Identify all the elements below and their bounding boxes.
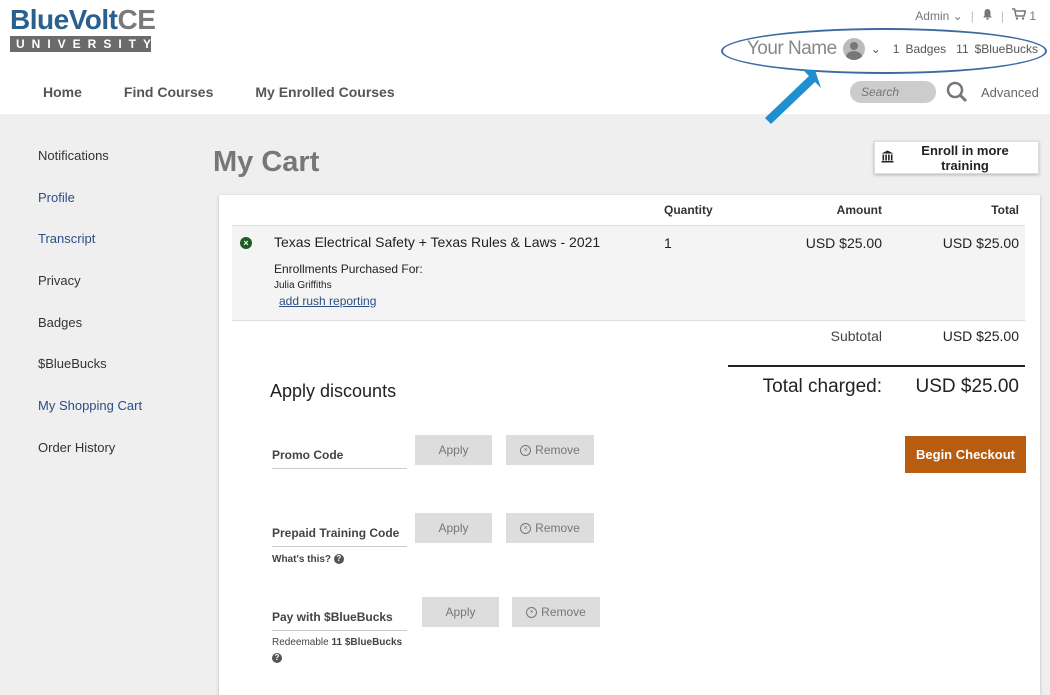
cart-link[interactable]: 1 xyxy=(1011,8,1036,23)
sidebar-item-privacy[interactable]: Privacy xyxy=(38,273,142,315)
divider: | xyxy=(1000,8,1004,23)
prepaid-training-code-label: Prepaid Training Code xyxy=(272,526,407,547)
admin-menu[interactable]: Admin ⌄ xyxy=(915,9,962,23)
bluebucks-remove-button[interactable]: × Remove xyxy=(512,597,600,627)
page-title: My Cart xyxy=(213,146,320,178)
cart-count: 1 xyxy=(1029,9,1036,23)
enroll-more-button[interactable]: Enroll in more training xyxy=(874,141,1039,174)
help-icon: ? xyxy=(272,653,282,664)
nav-my-enrolled-courses[interactable]: My Enrolled Courses xyxy=(255,84,394,100)
sidebar-item-notifications[interactable]: Notifications xyxy=(38,148,142,190)
whats-this-label: What's this? xyxy=(272,554,332,565)
item-total: USD $25.00 xyxy=(942,235,1019,251)
logo-text-gray: CE xyxy=(117,4,156,35)
divider: | xyxy=(970,8,974,23)
main-nav: Home Find Courses My Enrolled Courses xyxy=(43,84,395,100)
remove-icon: × xyxy=(520,444,532,456)
cart-icon xyxy=(1011,8,1027,23)
add-rush-reporting-link[interactable]: add rush reporting xyxy=(279,294,376,308)
remove-icon: × xyxy=(526,606,538,618)
logo-text-blue: BlueVolt xyxy=(10,4,118,35)
apply-discounts-title: Apply discounts xyxy=(270,381,397,401)
remove-icon: × xyxy=(520,522,532,534)
sidebar-item-badges[interactable]: Badges xyxy=(38,315,142,357)
redeemable-text: Redeemable 11 $BlueBucks xyxy=(272,637,402,648)
header-amount: Amount xyxy=(836,203,882,217)
bluebucks-apply-button[interactable]: Apply xyxy=(422,597,499,627)
admin-label: Admin xyxy=(915,8,950,23)
begin-checkout-button[interactable]: Begin Checkout xyxy=(905,436,1026,473)
subtotal-value: USD $25.00 xyxy=(942,328,1019,344)
pay-with-bluebucks-label: Pay with $BlueBucks xyxy=(272,610,407,631)
header-quantity: Quantity xyxy=(664,203,713,217)
enroll-more-label: Enroll in more training xyxy=(921,142,1009,173)
sidebar: Notifications Profile Transcript Privacy… xyxy=(38,148,142,482)
promo-apply-button[interactable]: Apply xyxy=(415,435,492,465)
nav-find-courses[interactable]: Find Courses xyxy=(124,84,213,100)
prepaid-apply-button[interactable]: Apply xyxy=(415,513,492,543)
redeemable-help[interactable]: ? xyxy=(272,653,282,664)
promo-code-label: Promo Code xyxy=(272,448,407,469)
chevron-down-icon: ⌄ xyxy=(952,8,963,23)
item-amount: USD $25.00 xyxy=(805,235,882,251)
sidebar-item-profile[interactable]: Profile xyxy=(38,190,142,232)
bluevolt-logo[interactable]: BlueVoltCE UNIVERSITY xyxy=(10,4,156,52)
course-name: Texas Electrical Safety + Texas Rules & … xyxy=(274,234,601,250)
total-charged-value: USD $25.00 xyxy=(915,376,1019,397)
bluebucks-remove-label: Remove xyxy=(541,605,586,619)
search-input[interactable] xyxy=(850,81,936,103)
sidebar-item-transcript[interactable]: Transcript xyxy=(38,231,142,273)
promo-remove-button[interactable]: × Remove xyxy=(506,435,594,465)
logo-subtitle: UNIVERSITY xyxy=(10,36,151,52)
sidebar-item-my-shopping-cart[interactable]: My Shopping Cart xyxy=(38,398,142,440)
purchased-for-name: Julia Griffiths xyxy=(274,280,332,291)
header: BlueVoltCE UNIVERSITY Admin ⌄ | | 1 Your… xyxy=(0,0,1050,124)
header-total: Total xyxy=(991,203,1019,217)
promo-remove-label: Remove xyxy=(535,443,580,457)
cart-item-row: × Texas Electrical Safety + Texas Rules … xyxy=(232,225,1025,321)
bank-icon xyxy=(881,150,894,166)
subtotal-label: Subtotal xyxy=(830,328,882,344)
item-quantity: 1 xyxy=(664,235,672,251)
prepaid-remove-button[interactable]: × Remove xyxy=(506,513,594,543)
nav-home[interactable]: Home xyxy=(43,84,82,100)
advanced-search-link[interactable]: Advanced xyxy=(981,85,1039,100)
whats-this-link[interactable]: What's this? ? xyxy=(272,554,344,565)
help-icon: ? xyxy=(333,554,344,565)
annotation-arrow xyxy=(765,70,821,124)
remove-item-icon[interactable]: × xyxy=(240,237,252,249)
purchased-for-label: Enrollments Purchased For: xyxy=(274,262,423,276)
top-utility-bar: Admin ⌄ | | 1 xyxy=(915,8,1036,23)
bell-icon[interactable] xyxy=(982,8,993,23)
search-icon[interactable] xyxy=(946,81,968,108)
sidebar-item-bluebucks[interactable]: $BlueBucks xyxy=(38,356,142,398)
cart-panel: Quantity Amount Total × Texas Electrical… xyxy=(219,195,1040,695)
total-charged-label: Total charged: xyxy=(762,376,882,397)
redeemable-prefix: Redeemable xyxy=(272,637,329,648)
total-divider xyxy=(728,365,1025,367)
prepaid-remove-label: Remove xyxy=(535,521,580,535)
sidebar-item-order-history[interactable]: Order History xyxy=(38,440,142,482)
redeemable-amount: 11 $BlueBucks xyxy=(331,637,403,648)
